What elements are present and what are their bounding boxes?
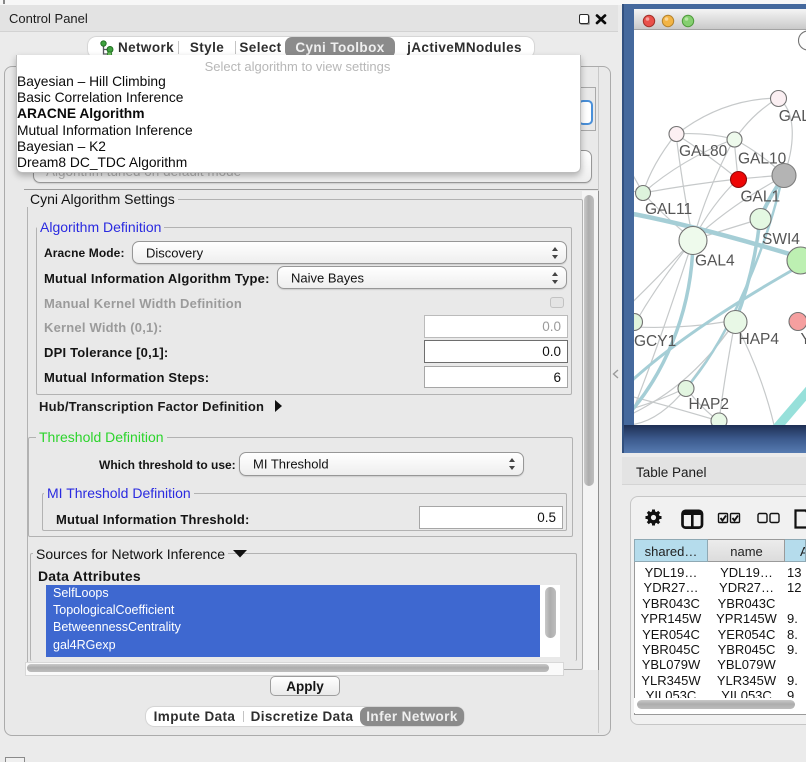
svg-text:HAP4: HAP4 bbox=[739, 331, 780, 348]
svg-text:GAL4: GAL4 bbox=[695, 253, 735, 270]
svg-text:SWI4: SWI4 bbox=[762, 231, 800, 248]
svg-text:GAL80: GAL80 bbox=[679, 143, 728, 160]
svg-text:GAL7: GAL7 bbox=[779, 108, 806, 125]
svg-text:GAL10: GAL10 bbox=[738, 151, 787, 168]
svg-text:HAP2: HAP2 bbox=[689, 396, 730, 413]
svg-text:GAL11: GAL11 bbox=[645, 201, 692, 218]
svg-text:Y: Y bbox=[801, 331, 806, 348]
svg-text:GAL1: GAL1 bbox=[741, 189, 781, 206]
svg-text:GCY1: GCY1 bbox=[634, 333, 676, 350]
